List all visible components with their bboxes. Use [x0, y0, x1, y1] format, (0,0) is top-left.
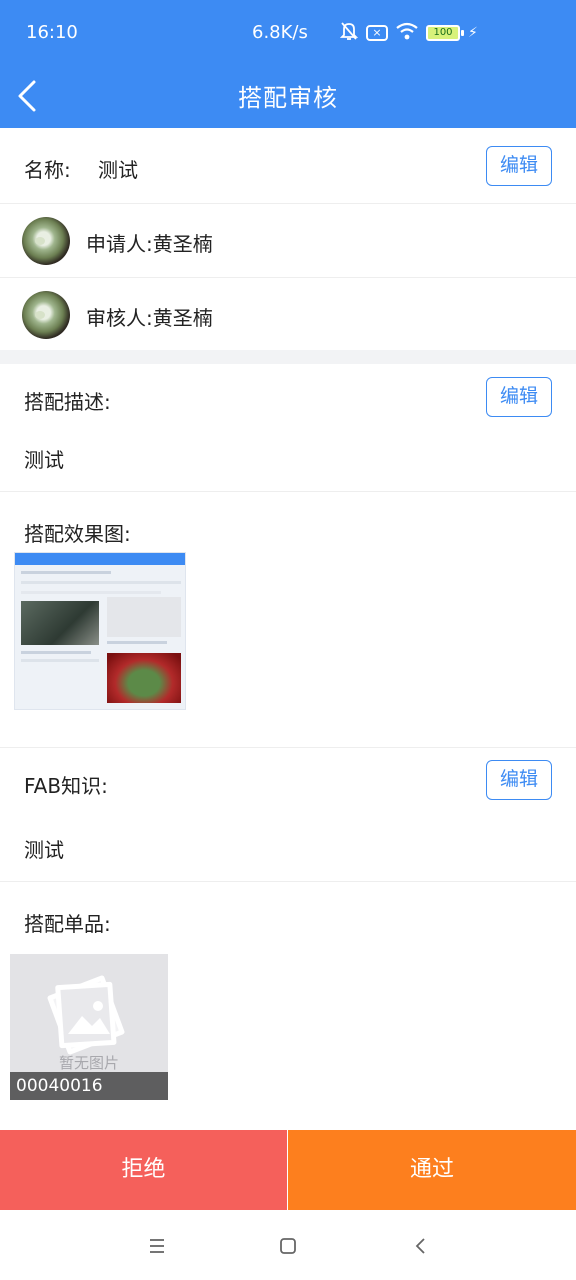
thumb-header-bar: [15, 553, 185, 565]
thumb-placeholder: [107, 597, 181, 637]
reviewer-avatar: [22, 291, 70, 339]
mute-bell-icon: [339, 21, 359, 45]
applicant-row: 申请人:黄圣楠: [0, 204, 576, 278]
name-value: 测试: [98, 158, 138, 182]
action-bar: 拒绝 通过: [0, 1130, 576, 1210]
thumb-line: [107, 641, 167, 644]
page-title: 搭配审核: [238, 84, 338, 112]
system-nav-bar: [0, 1210, 576, 1280]
thumb-line: [21, 591, 161, 594]
status-bar: 16:10 6.8K/s × 100 ⚡: [0, 0, 576, 64]
no-image-text: 暂无图片: [58, 1054, 119, 1072]
edit-name-button[interactable]: 编辑: [486, 146, 552, 186]
name-row: 名称: 测试 编辑: [0, 128, 576, 204]
reviewer-label: 审核人:黄圣楠: [86, 306, 213, 330]
reviewer-row: 审核人:黄圣楠: [0, 278, 576, 350]
charging-bolt-icon: ⚡: [468, 25, 478, 41]
applicant-avatar: [22, 217, 70, 265]
fab-value: 测试: [24, 838, 64, 862]
menu-icon[interactable]: [138, 1228, 178, 1264]
status-time: 16:10: [26, 22, 78, 43]
edit-fab-button[interactable]: 编辑: [486, 760, 552, 800]
home-square-icon[interactable]: [268, 1228, 308, 1264]
thumb-line: [21, 581, 181, 584]
wifi-icon: [396, 22, 418, 44]
effect-image-label: 搭配效果图:: [24, 522, 131, 546]
name-label: 名称:: [24, 158, 71, 182]
description-label: 搭配描述:: [24, 390, 111, 414]
description-value: 测试: [24, 448, 64, 472]
thumb-line: [21, 659, 99, 662]
applicant-label: 申请人:黄圣楠: [86, 232, 213, 256]
effect-image-thumbnail[interactable]: [14, 552, 186, 710]
description-section: 搭配描述: 编辑 测试: [0, 364, 576, 492]
thumb-line: [21, 571, 111, 574]
network-speed: 6.8K/s: [252, 22, 308, 43]
edit-description-button[interactable]: 编辑: [486, 377, 552, 417]
approve-button[interactable]: 通过: [287, 1130, 576, 1210]
thumb-line: [21, 651, 91, 654]
list-item[interactable]: 暂无图片 00040016: [10, 954, 168, 1100]
top-bar: 16:10 6.8K/s × 100 ⚡ 搭配审核: [0, 0, 576, 128]
fab-section: FAB知识: 编辑 测试: [0, 748, 576, 882]
item-code: 00040016: [10, 1072, 168, 1100]
nav-bar: 搭配审核: [0, 64, 576, 128]
fab-label: FAB知识:: [24, 774, 108, 798]
thumb-photo: [107, 653, 181, 703]
items-label: 搭配单品:: [24, 912, 111, 936]
battery-icon: 100: [426, 25, 464, 41]
reject-button[interactable]: 拒绝: [0, 1130, 287, 1210]
sim-x-icon: ×: [366, 25, 388, 41]
status-icons: × 100 ⚡: [339, 21, 478, 45]
back-chevron-icon[interactable]: [400, 1228, 440, 1264]
thumb-photo: [21, 601, 99, 645]
section-divider: [0, 350, 576, 364]
